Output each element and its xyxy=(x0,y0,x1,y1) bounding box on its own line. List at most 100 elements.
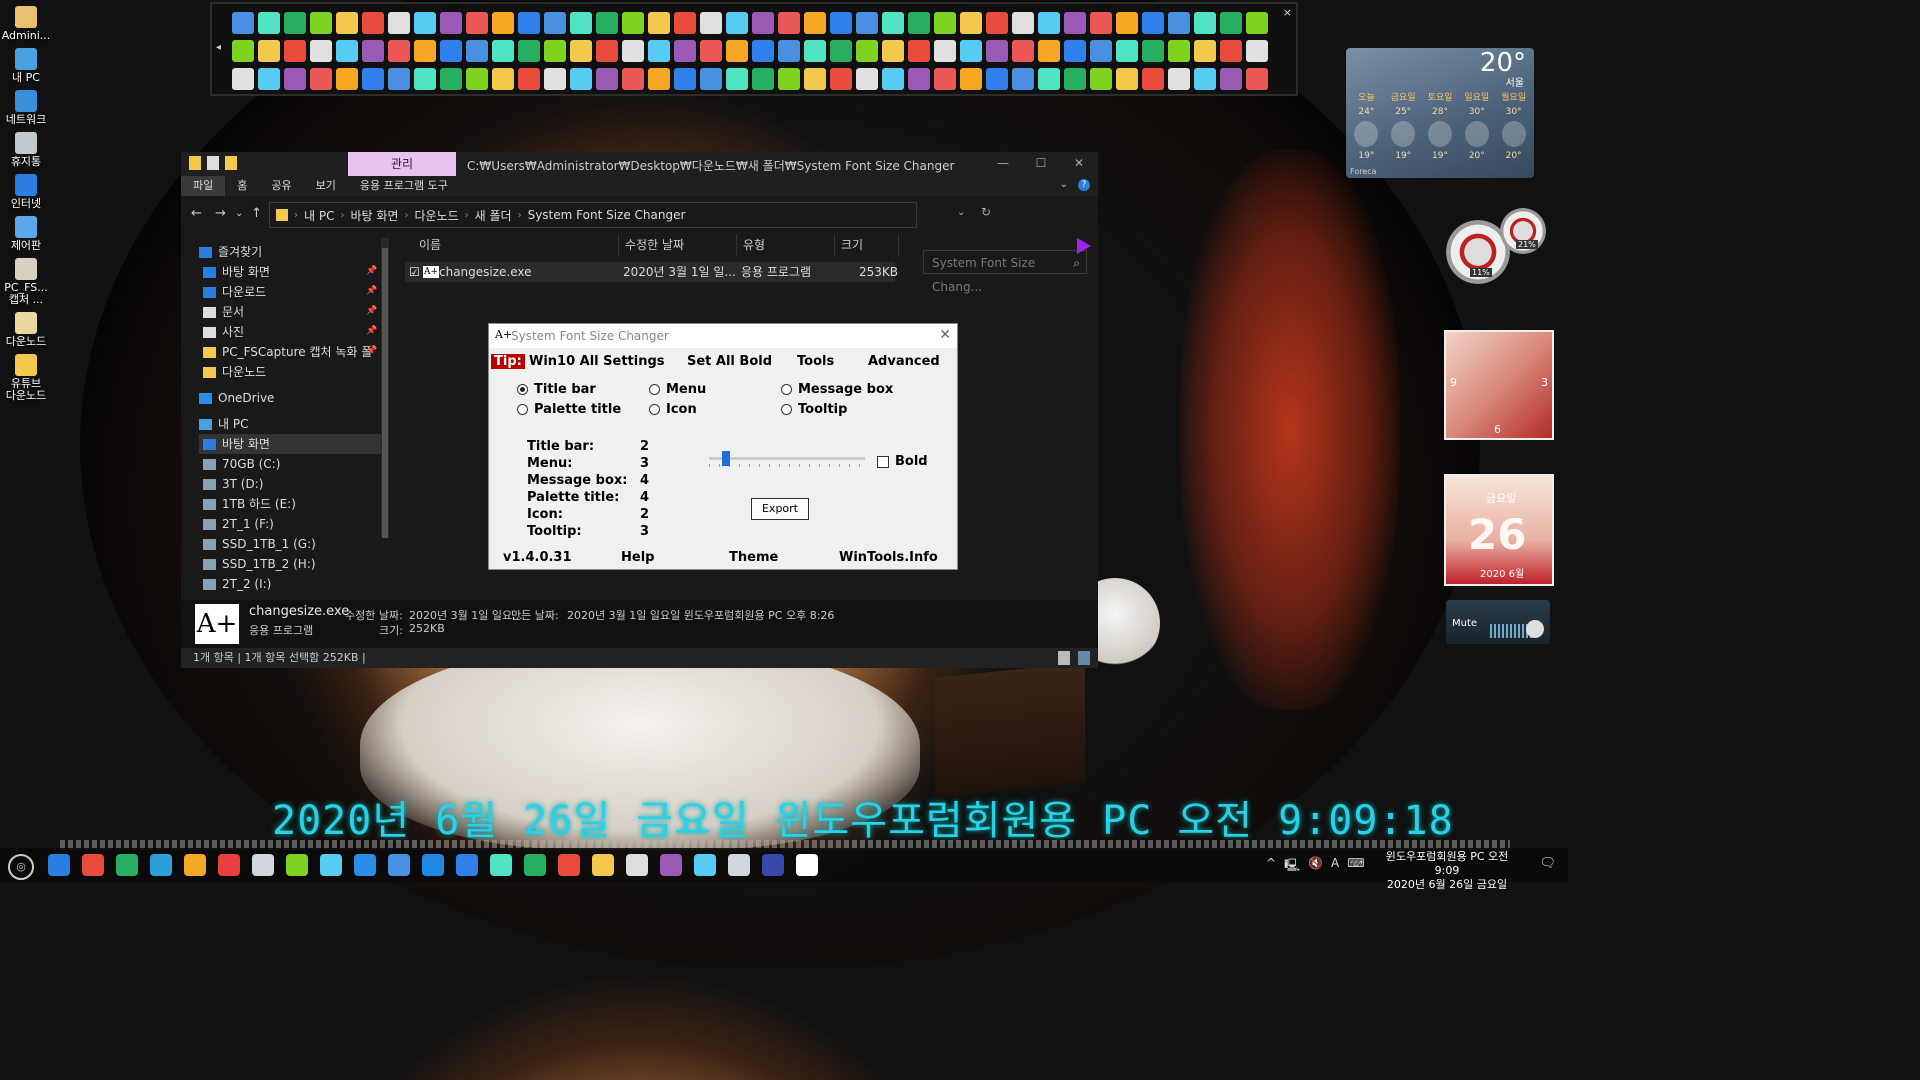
scroll-thumb[interactable] xyxy=(382,248,388,538)
ribbon-expand-icon[interactable]: ⌄ xyxy=(1060,179,1068,191)
app-shortcut-icon[interactable] xyxy=(726,12,748,34)
app-shortcut-icon[interactable] xyxy=(310,68,332,90)
app-shortcut-icon[interactable] xyxy=(674,12,696,34)
app-shortcut-icon[interactable] xyxy=(1038,12,1060,34)
app-shortcut-icon[interactable] xyxy=(1064,12,1086,34)
app-shortcut-icon[interactable] xyxy=(648,12,670,34)
desktop-icon[interactable]: 제어판 xyxy=(0,216,52,252)
taskbar-app-icon[interactable] xyxy=(82,854,104,876)
taskbar-app-icon[interactable] xyxy=(694,854,716,876)
app-shortcut-icon[interactable] xyxy=(1220,68,1242,90)
size-slider-thumb[interactable] xyxy=(722,451,730,466)
ribbon-tab[interactable]: 응용 프로그램 도구 xyxy=(348,176,460,196)
app-shortcut-icon[interactable] xyxy=(856,12,878,34)
back-button[interactable]: ← xyxy=(191,206,202,221)
app-shortcut-icon[interactable] xyxy=(1142,12,1164,34)
app-shortcut-icon[interactable] xyxy=(596,68,618,90)
app-shortcut-icon[interactable] xyxy=(804,40,826,62)
sidebar-item[interactable]: SSD_1TB_2 (H:) xyxy=(203,554,316,574)
app-shortcut-icon[interactable] xyxy=(622,40,644,62)
app-shortcut-icon[interactable] xyxy=(336,12,358,34)
app-shortcut-icon[interactable] xyxy=(1142,68,1164,90)
app-shortcut-icon[interactable] xyxy=(934,68,956,90)
pin-icon[interactable]: 📌 xyxy=(366,286,377,296)
radio-button[interactable] xyxy=(781,384,792,395)
app-shortcut-icon[interactable] xyxy=(284,68,306,90)
taskbar-clock[interactable]: 윈도우포럼회원용 PC 오전 9:09 2020년 6월 26일 금요일 xyxy=(1376,850,1518,892)
app-shortcut-icon[interactable] xyxy=(544,12,566,34)
bold-checkbox[interactable]: Bold xyxy=(877,454,928,469)
app-shortcut-icon[interactable] xyxy=(1116,40,1138,62)
breadcrumb-item[interactable]: 다운노드 xyxy=(408,207,464,224)
app-shortcut-icon[interactable] xyxy=(570,68,592,90)
app-shortcut-icon[interactable] xyxy=(648,40,670,62)
pin-icon[interactable]: 📌 xyxy=(366,346,377,356)
taskbar-app-icon[interactable] xyxy=(218,854,240,876)
radio-button[interactable] xyxy=(649,404,660,415)
sidebar-item[interactable]: 2T_1 (F:) xyxy=(203,514,274,534)
sidebar-item[interactable]: 2T_2 (I:) xyxy=(203,574,271,594)
sidebar-item[interactable]: 70GB (C:) xyxy=(203,454,280,474)
app-shortcut-icon[interactable] xyxy=(830,12,852,34)
pin-icon[interactable]: 📌 xyxy=(366,326,377,336)
table-row[interactable]: ☑ A+ changesize.exe 2020년 3월 1일 일... 응용 … xyxy=(405,262,898,282)
app-shortcut-icon[interactable] xyxy=(1168,40,1190,62)
sidebar-item[interactable]: 다운로드 xyxy=(203,282,266,302)
taskbar-app-icon[interactable] xyxy=(592,854,614,876)
app-shortcut-icon[interactable] xyxy=(960,68,982,90)
forward-button[interactable]: → xyxy=(215,206,226,221)
app-shortcut-icon[interactable] xyxy=(986,68,1008,90)
ribbon-tab[interactable]: 보기 xyxy=(304,176,348,196)
app-shortcut-icon[interactable] xyxy=(778,12,800,34)
sidebar-item[interactable]: 내 PC xyxy=(199,414,248,434)
app-shortcut-icon[interactable] xyxy=(440,40,462,62)
app-shortcut-icon[interactable] xyxy=(232,12,254,34)
help-icon[interactable]: ? xyxy=(1078,179,1090,191)
column-type[interactable]: 유형 xyxy=(737,234,835,256)
checkbox-icon[interactable]: ☑ xyxy=(409,262,420,282)
menu-set-all-bold[interactable]: Set All Bold xyxy=(687,354,772,369)
app-shortcut-icon[interactable] xyxy=(752,12,774,34)
start-button[interactable]: ◎ xyxy=(8,854,34,880)
taskbar-app-icon[interactable] xyxy=(456,854,478,876)
app-shortcut-icon[interactable] xyxy=(856,40,878,62)
app-shortcut-icon[interactable] xyxy=(674,68,696,90)
menu-advanced[interactable]: Advanced xyxy=(868,354,940,369)
sidebar-item[interactable]: 바탕 화면 xyxy=(199,434,383,454)
properties-icon[interactable] xyxy=(207,156,219,170)
app-shortcut-icon[interactable] xyxy=(934,12,956,34)
app-shortcut-icon[interactable] xyxy=(856,68,878,90)
radio-button[interactable] xyxy=(781,404,792,415)
app-shortcut-icon[interactable] xyxy=(726,40,748,62)
app-shortcut-icon[interactable] xyxy=(778,68,800,90)
taskbar-app-icon[interactable] xyxy=(490,854,512,876)
app-shortcut-icon[interactable] xyxy=(518,12,540,34)
ribbon-tab[interactable]: 파일 xyxy=(181,176,226,196)
app-shortcut-icon[interactable] xyxy=(492,68,514,90)
wintools-link[interactable]: WinTools.Info xyxy=(839,550,938,565)
app-shortcut-icon[interactable] xyxy=(388,40,410,62)
radio-option[interactable]: Menu xyxy=(649,382,706,397)
taskbar-app-icon[interactable] xyxy=(354,854,376,876)
app-shortcut-icon[interactable] xyxy=(752,68,774,90)
app-shortcut-icon[interactable] xyxy=(310,12,332,34)
recent-locations-button[interactable]: ⌄ xyxy=(235,208,243,219)
app-shortcut-icon[interactable] xyxy=(440,12,462,34)
taskbar-app-icon[interactable] xyxy=(320,854,342,876)
app-shortcut-icon[interactable] xyxy=(1142,40,1164,62)
app-shortcut-icon[interactable] xyxy=(804,12,826,34)
weather-widget[interactable]: 20° 서울 오늘 24° 19° 금요일 25° 19° 토요일 28° 19° 일요일 30° 2… xyxy=(1346,48,1534,178)
app-shortcut-icon[interactable] xyxy=(960,40,982,62)
sidebar-item[interactable]: 다운노드 xyxy=(203,362,266,382)
taskbar-app-icon[interactable] xyxy=(422,854,444,876)
taskbar-app-icon[interactable] xyxy=(252,854,274,876)
close-button[interactable]: ✕ xyxy=(939,327,951,343)
app-shortcut-icon[interactable] xyxy=(336,68,358,90)
minimize-button[interactable]: — xyxy=(984,152,1022,174)
menu-tools[interactable]: Tools xyxy=(797,354,834,369)
app-shortcut-icon[interactable] xyxy=(1012,12,1034,34)
notification-icon[interactable]: 🗨 xyxy=(1539,856,1556,871)
sidebar-item[interactable]: PC_FSCapture 캡처 녹화 폴 xyxy=(203,342,372,362)
folder-icon[interactable] xyxy=(189,156,201,170)
app-shortcut-icon[interactable] xyxy=(700,68,722,90)
